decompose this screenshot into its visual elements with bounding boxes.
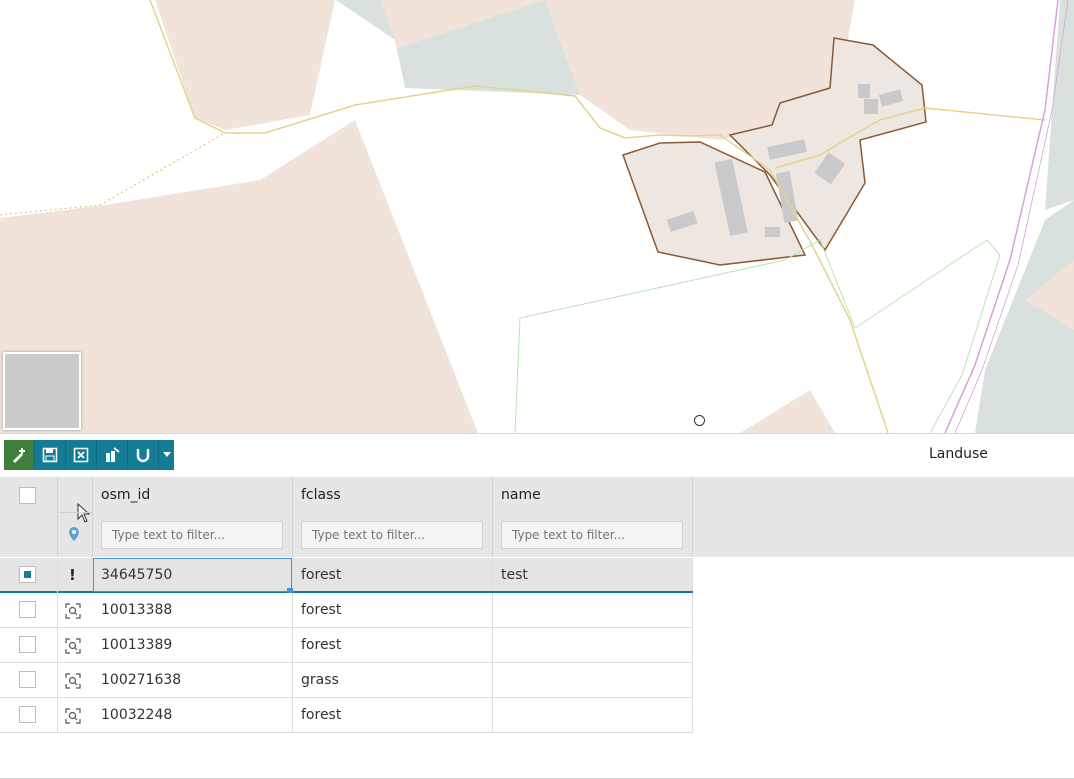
fclass-cell[interactable]: grass bbox=[293, 663, 493, 697]
map-cursor-icon bbox=[694, 415, 705, 426]
overview-map-thumbnail[interactable] bbox=[3, 352, 81, 430]
fclass-cell[interactable]: forest bbox=[293, 558, 493, 591]
landuse-area bbox=[740, 390, 835, 433]
header-divider bbox=[57, 512, 93, 513]
select-all-header bbox=[0, 477, 58, 557]
mouse-pointer-icon bbox=[77, 503, 91, 523]
row-checkbox[interactable] bbox=[19, 671, 36, 688]
table-header: osm_id fclass name bbox=[0, 477, 1074, 557]
multi-edit-button[interactable] bbox=[97, 440, 128, 470]
column-header-osm-id[interactable]: osm_id bbox=[93, 477, 293, 557]
osm-id-filter-input[interactable] bbox=[101, 521, 283, 549]
attribute-panel: Landuse osm_id fclass bbox=[0, 433, 1074, 779]
boundary bbox=[519, 239, 1001, 433]
name-cell[interactable] bbox=[493, 663, 693, 697]
name-cell[interactable] bbox=[493, 698, 693, 732]
name-cell[interactable] bbox=[493, 628, 693, 662]
discard-button[interactable] bbox=[66, 440, 97, 470]
draw-point-icon bbox=[13, 448, 25, 463]
location-pin-icon[interactable] bbox=[69, 527, 79, 541]
multi-edit-icon bbox=[106, 447, 120, 462]
row-checkbox[interactable] bbox=[19, 706, 36, 723]
osm-id-cell[interactable]: 100271638 bbox=[93, 663, 293, 697]
name-filter-input[interactable] bbox=[501, 521, 683, 549]
fclass-cell[interactable]: forest bbox=[293, 698, 493, 732]
row-checkbox[interactable] bbox=[19, 566, 36, 583]
fclass-cell[interactable]: forest bbox=[293, 593, 493, 627]
boundary bbox=[514, 317, 521, 433]
zoom-to-feature-icon[interactable] bbox=[65, 603, 81, 619]
attribute-table: osm_id fclass name ! 34645750 forest tes… bbox=[0, 477, 1074, 779]
chevron-down-icon bbox=[162, 452, 171, 457]
osm-id-cell[interactable]: 10032248 bbox=[93, 698, 293, 732]
fclass-cell[interactable]: forest bbox=[293, 628, 493, 662]
zoom-to-feature-icon[interactable] bbox=[65, 708, 81, 724]
draw-point-button[interactable] bbox=[4, 440, 35, 470]
discard-icon bbox=[73, 447, 89, 463]
fclass-filter-input[interactable] bbox=[301, 521, 483, 549]
table-row[interactable]: 10013388 forest bbox=[0, 593, 693, 628]
save-icon bbox=[42, 447, 58, 463]
cell-focus-outline bbox=[93, 558, 292, 592]
snap-button[interactable] bbox=[128, 440, 159, 470]
osm-id-cell[interactable]: 10013389 bbox=[93, 628, 293, 662]
column-header-fclass[interactable]: fclass bbox=[293, 477, 493, 557]
snap-dropdown-button[interactable] bbox=[159, 440, 174, 470]
save-button[interactable] bbox=[35, 440, 66, 470]
row-checkbox[interactable] bbox=[19, 636, 36, 653]
status-column-header bbox=[58, 477, 93, 557]
table-row[interactable]: 100271638 grass bbox=[0, 663, 693, 698]
landuse-area bbox=[1045, 0, 1074, 210]
column-label: name bbox=[501, 487, 541, 503]
snap-magnet-icon bbox=[136, 449, 150, 463]
column-label: osm_id bbox=[101, 487, 151, 503]
edit-toolbar bbox=[4, 440, 174, 470]
row-checkbox[interactable] bbox=[19, 601, 36, 618]
select-all-checkbox[interactable] bbox=[19, 487, 36, 504]
table-row[interactable]: ! 34645750 forest test bbox=[0, 558, 693, 594]
map-canvas[interactable] bbox=[0, 0, 1074, 433]
name-cell[interactable] bbox=[493, 593, 693, 627]
table-row[interactable]: 10032248 forest bbox=[0, 698, 693, 733]
column-label: fclass bbox=[301, 487, 341, 503]
row-status-indicator: ! bbox=[69, 566, 76, 584]
column-header-name[interactable]: name bbox=[493, 477, 693, 557]
osm-id-cell[interactable]: 10013388 bbox=[93, 593, 293, 627]
layer-title: Landuse bbox=[929, 446, 988, 462]
landuse-area bbox=[155, 0, 335, 130]
zoom-to-feature-icon[interactable] bbox=[65, 673, 81, 689]
table-row[interactable]: 10013389 forest bbox=[0, 628, 693, 663]
landuse-area bbox=[0, 0, 180, 220]
zoom-to-feature-icon[interactable] bbox=[65, 638, 81, 654]
map-view[interactable] bbox=[0, 0, 1074, 433]
name-cell[interactable]: test bbox=[493, 558, 693, 591]
